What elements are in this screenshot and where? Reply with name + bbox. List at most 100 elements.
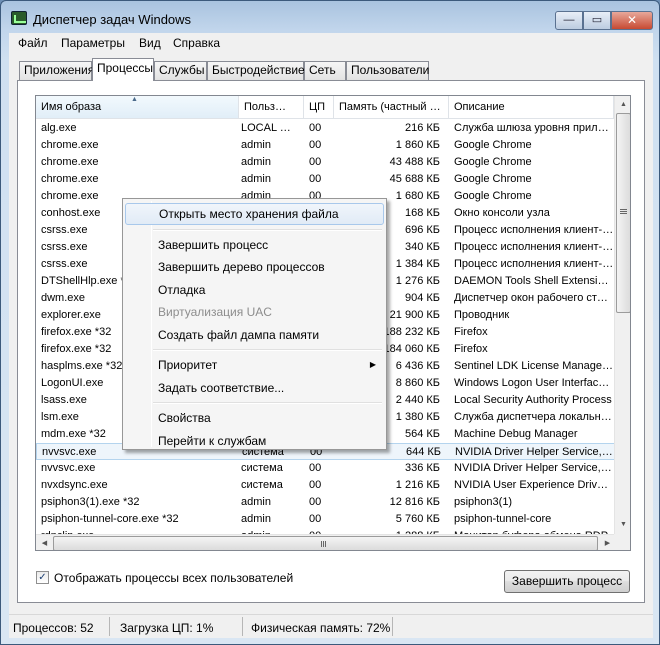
- process-row[interactable]: psiphon3(1).exe *32 admin 00 12 816 КБ psiph…: [36, 494, 615, 511]
- cell-cpu: 00: [309, 496, 322, 508]
- grip-line: [323, 541, 324, 547]
- maximize-button[interactable]: ▭: [583, 11, 611, 30]
- context-menu-item[interactable]: Завершить процесс: [125, 234, 384, 256]
- context-menu-item[interactable]: Приоритет ▶: [125, 354, 384, 376]
- menu-options[interactable]: Параметры: [61, 36, 125, 50]
- menu-bar: Файл Параметры Вид Справка: [9, 33, 653, 52]
- status-separator: [242, 617, 243, 636]
- cell-cpu: 00: [309, 173, 322, 185]
- cell-desc: NVIDIA Driver Helper Service, …: [454, 462, 614, 474]
- process-row[interactable]: nvxdsync.exe система 00 1 216 КБ NVIDIA User…: [36, 477, 615, 494]
- scroll-up-arrow-icon[interactable]: ▲: [616, 100, 630, 110]
- tab-performance[interactable]: Быстродействие: [207, 61, 305, 80]
- cell-desc: psiphon3(1): [454, 496, 513, 508]
- title-bar[interactable]: Диспетчер задач Windows — ▭ ✕: [1, 1, 659, 33]
- horizontal-scrollbar[interactable]: ◀ ▶: [36, 534, 615, 550]
- context-menu-item-label: Отладка: [158, 282, 206, 297]
- scroll-down-arrow-icon[interactable]: ▼: [616, 520, 630, 530]
- context-menu-item[interactable]: Отладка: [125, 279, 384, 301]
- grip-line: [620, 211, 627, 212]
- context-menu-item-label: Свойства: [158, 411, 211, 425]
- cell-name: psiphon3(1).exe *32: [41, 496, 140, 508]
- grip-line: [620, 209, 627, 210]
- cell-desc: Окно консоли узла: [454, 207, 550, 219]
- cell-cpu: 00: [309, 122, 322, 134]
- scroll-right-arrow-icon[interactable]: ▶: [600, 539, 615, 549]
- cell-desc: Google Chrome: [454, 173, 532, 185]
- status-process-count: Процессов: 52: [13, 621, 94, 635]
- context-menu-item[interactable]: Создать файл дампа памяти: [125, 324, 384, 346]
- grip-line: [325, 541, 326, 547]
- tab-applications[interactable]: Приложения: [19, 61, 94, 80]
- cell-name: chrome.exe: [41, 139, 99, 151]
- column-image-name[interactable]: ▲ Имя образа: [36, 96, 239, 119]
- cell-desc: Google Chrome: [454, 190, 532, 202]
- process-row[interactable]: chrome.exe admin 00 1 860 КБ Google Chrome: [36, 137, 615, 154]
- column-user[interactable]: Польз…: [239, 96, 304, 119]
- cell-cpu: 00: [309, 513, 322, 525]
- context-menu-separator: [153, 402, 382, 404]
- cell-name: alg.exe: [41, 122, 77, 134]
- context-menu-item[interactable]: Задать соответствие...: [125, 377, 384, 399]
- tab-processes[interactable]: Процессы: [92, 58, 154, 81]
- show-all-users-checkbox[interactable]: ✓: [36, 571, 49, 584]
- process-row[interactable]: nvvsvc.exe система 00 336 КБ NVIDIA Driver H…: [36, 460, 615, 477]
- cell-mem: 45 688 КБ: [389, 173, 440, 185]
- context-menu-item[interactable]: Завершить дерево процессов: [125, 256, 384, 278]
- scroll-left-arrow-icon[interactable]: ◀: [37, 539, 52, 549]
- status-separator: [392, 617, 393, 636]
- cell-desc: Windows Logon User Interface…: [454, 377, 614, 389]
- context-menu-item-label: Виртуализация UAC: [158, 305, 272, 319]
- cell-desc: Диспетчер окон рабочего ст…: [454, 292, 608, 304]
- cell-name: nvxdsync.exe: [41, 479, 108, 491]
- cell-desc: Процесс исполнения клиент-…: [454, 241, 614, 253]
- submenu-arrow-icon: ▶: [369, 360, 376, 369]
- menu-view[interactable]: Вид: [139, 36, 161, 50]
- context-menu-item-label: Завершить процесс: [158, 237, 269, 252]
- grip-line: [620, 213, 627, 214]
- status-physical-memory: Физическая память: 72%: [251, 621, 391, 635]
- cell-name: chrome.exe: [41, 173, 99, 185]
- end-process-button[interactable]: Завершить процесс: [504, 570, 630, 593]
- cell-desc: Проводник: [454, 309, 510, 321]
- cell-cpu: 00: [309, 479, 322, 491]
- menu-file[interactable]: Файл: [18, 36, 48, 50]
- cell-user: admin: [241, 139, 271, 151]
- show-all-users-label: Отображать процессы всех пользователей: [54, 571, 294, 585]
- context-menu: Открыть место хранения файла Завершить пр…: [122, 198, 387, 450]
- cell-cpu: 00: [309, 462, 322, 474]
- close-button[interactable]: ✕: [611, 11, 653, 30]
- cell-desc: psiphon-tunnel-core: [454, 513, 552, 525]
- context-menu-separator: [153, 349, 382, 351]
- context-menu-item[interactable]: Открыть место хранения файла: [125, 203, 384, 225]
- process-row[interactable]: chrome.exe admin 00 45 688 КБ Google Chrome: [36, 171, 615, 188]
- tab-services[interactable]: Службы: [154, 61, 207, 80]
- cell-user: LOCAL …: [241, 122, 291, 134]
- cell-mem: 12 816 КБ: [389, 496, 440, 508]
- process-row[interactable]: psiphon-tunnel-core.exe *32 admin 00 5 760 …: [36, 511, 615, 528]
- vertical-scrollbar[interactable]: ▲ ▼: [614, 96, 630, 534]
- status-bar: Процессов: 52 Загрузка ЦП: 1% Физическая…: [9, 614, 653, 638]
- minimize-button[interactable]: —: [555, 11, 583, 30]
- column-cpu[interactable]: ЦП: [304, 96, 334, 119]
- cell-user: система: [241, 479, 283, 491]
- window-title: Диспетчер задач Windows: [33, 12, 192, 27]
- cell-desc: Machine Debug Manager: [454, 428, 578, 440]
- column-memory[interactable]: Память (частный …: [334, 96, 449, 119]
- grip-line: [321, 541, 322, 547]
- cell-desc: NVIDIA User Experience Driver…: [454, 479, 614, 491]
- cell-mem: 1 860 КБ: [395, 139, 440, 151]
- tab-users[interactable]: Пользователи: [346, 61, 429, 80]
- process-row[interactable]: alg.exe LOCAL … 00 216 КБ Служба шлюза уровн…: [36, 120, 615, 137]
- cell-cpu: 00: [309, 156, 322, 168]
- context-menu-item[interactable]: Свойства: [125, 407, 384, 429]
- context-menu-item[interactable]: Перейти к службам: [125, 430, 384, 452]
- process-row[interactable]: chrome.exe admin 00 43 488 КБ Google Chrome: [36, 154, 615, 171]
- task-manager-icon: [11, 11, 27, 25]
- column-description[interactable]: Описание: [449, 96, 614, 119]
- menu-help[interactable]: Справка: [173, 36, 220, 50]
- horizontal-scroll-thumb[interactable]: [53, 536, 598, 550]
- tab-network[interactable]: Сеть: [304, 61, 346, 80]
- cell-desc: Процесс исполнения клиент-…: [454, 258, 614, 270]
- vertical-scroll-thumb[interactable]: [616, 113, 630, 313]
